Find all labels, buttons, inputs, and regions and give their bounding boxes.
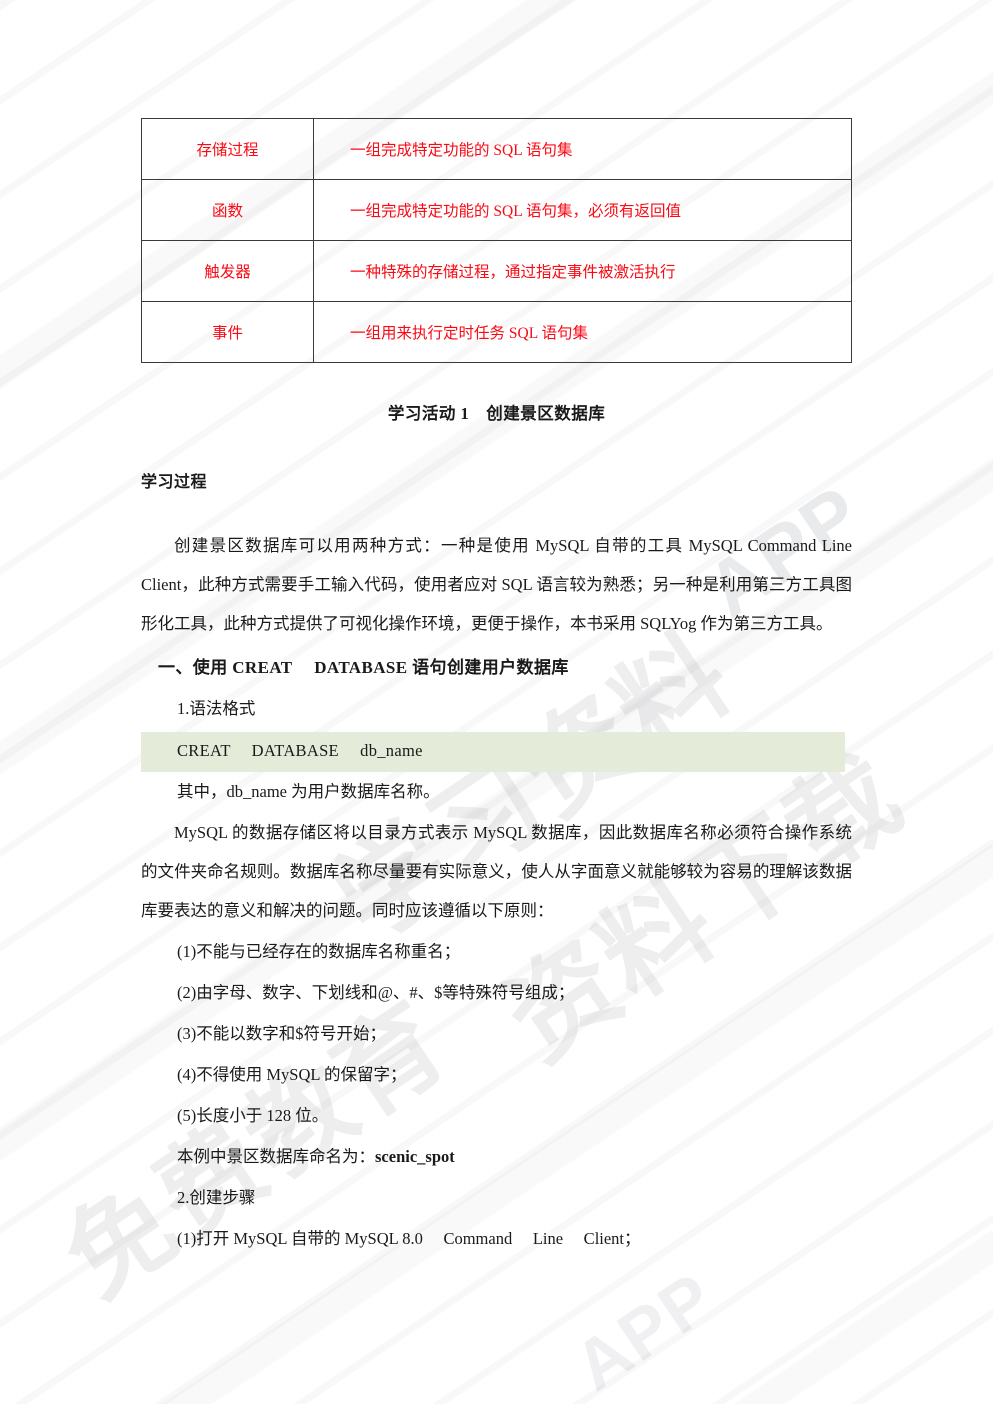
list-item-rule-5: (5)长度小于 128 位。 [177,1106,329,1125]
table-row: 函数 一组完成特定功能的 SQL 语句集，必须有返回值 [141,179,852,241]
code-block-create-database: CREAT DATABASE db_name [141,732,845,772]
table-cell-desc: 一组完成特定功能的 SQL 语句集 [313,118,852,180]
document-body: 学习活动 1 创建景区数据库 学习过程 创建景区数据库可以用两种方式：一种是使用… [0,400,993,1260]
section-heading-process: 学习过程 [141,474,208,491]
table-cell-desc: 一组完成特定功能的 SQL 语句集，必须有返回值 [313,179,852,241]
table-cell-desc: 一组用来执行定时任务 SQL 语句集 [313,301,852,363]
list-item-rule-2: (2)由字母、数字、下划线和@、#、$等特殊符号组成； [177,983,575,1002]
paragraph-dbname-explanation: 其中，db_name 为用户数据库名称。 [177,782,440,801]
table-row: 事件 一组用来执行定时任务 SQL 语句集 [141,301,852,363]
subheading-create-steps: 2.创建步骤 [177,1188,256,1207]
heading-create-database-statement: 一、使用 CREAT DATABASE 语句创建用户数据库 [158,658,569,677]
watermark-text-app-secondary: APP [560,1256,729,1404]
concept-table-body: 存储过程 一组完成特定功能的 SQL 语句集 函数 一组完成特定功能的 SQL … [141,118,852,363]
list-item-rule-1: (1)不能与已经存在的数据库名称重名； [177,942,461,961]
table-cell-term: 函数 [141,179,314,241]
paragraph-intro: 创建景区数据库可以用两种方式：一种是使用 MySQL 自带的工具 MySQL C… [141,536,852,633]
table-cell-desc: 一种特殊的存储过程，通过指定事件被激活执行 [313,240,852,302]
table-row: 存储过程 一组完成特定功能的 SQL 语句集 [141,118,852,180]
table-cell-term: 事件 [141,301,314,363]
list-item-step-1: (1)打开 MySQL 自带的 MySQL 8.0 Command Line C… [177,1229,641,1248]
list-item-rule-4: (4)不得使用 MySQL 的保留字； [177,1065,407,1084]
table-cell-term: 存储过程 [141,118,314,180]
subheading-syntax-format: 1.语法格式 [177,699,256,718]
example-label: 本例中景区数据库命名为： [177,1147,375,1166]
paragraph-example-naming: 本例中景区数据库命名为：scenic_spot [0,1137,993,1176]
table-row: 触发器 一种特殊的存储过程，通过指定事件被激活执行 [141,240,852,302]
list-item-rule-3: (3)不能以数字和$符号开始； [177,1024,386,1043]
activity-title: 学习活动 1 创建景区数据库 [387,404,606,423]
paragraph-naming-rules-intro: MySQL 的数据存储区将以目录方式表示 MySQL 数据库，因此数据库名称必须… [141,823,852,920]
document-page: 学习资料 资料下载 免费教育 APP APP 存储过程 一组完成特定功能的 SQ… [0,0,993,1404]
table-cell-term: 触发器 [141,240,314,302]
concept-table: 存储过程 一组完成特定功能的 SQL 语句集 函数 一组完成特定功能的 SQL … [141,118,852,363]
concept-table-wrapper: 存储过程 一组完成特定功能的 SQL 语句集 函数 一组完成特定功能的 SQL … [141,118,852,363]
example-value: scenic_spot [375,1147,455,1166]
